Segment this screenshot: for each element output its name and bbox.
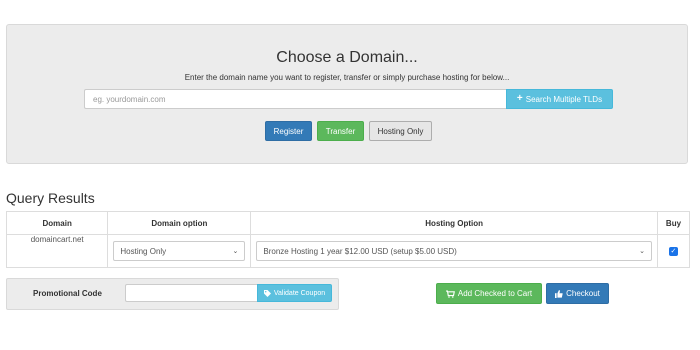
promo-code-label: Promotional Code [33,289,102,298]
thumbs-up-icon [555,289,563,298]
checkout-button[interactable]: Checkout [546,283,609,304]
domain-cell: domaincart.net [5,234,109,268]
domain-search-panel: Choose a Domain... Enter the domain name… [6,24,688,164]
validate-coupon-button[interactable]: Validate Coupon [257,284,332,302]
table-row: domaincart.net Hosting Only ⌄ Bronze Hos… [5,234,691,268]
query-results-title: Query Results [6,190,95,206]
domain-input[interactable] [84,89,507,109]
domain-panel-title: Choose a Domain... [276,49,418,66]
query-results-table: Domain Domain option Hosting Option Buy … [5,211,691,268]
buy-checkbox[interactable]: ✓ [668,246,678,256]
domain-option-cell: Hosting Only ⌄ [107,234,252,268]
hosting-option-select[interactable]: Bronze Hosting 1 year $12.00 USD (setup … [256,241,652,261]
domain-option-select[interactable]: Hosting Only ⌄ [113,241,246,261]
hosting-only-button[interactable]: Hosting Only [369,121,432,141]
column-header-buy: Buy [656,211,691,235]
transfer-button[interactable]: Transfer [317,121,364,141]
tag-icon [263,289,271,297]
cart-icon [445,289,455,298]
domain-option-value: Hosting Only [120,246,167,256]
chevron-down-icon: ⌄ [639,248,645,255]
checkout-label: Checkout [566,289,600,298]
add-to-cart-label: Add Checked to Cart [457,289,533,298]
search-multiple-tlds-button[interactable]: + Search Multiple TLDs [506,89,613,109]
hosting-option-value: Bronze Hosting 1 year $12.00 USD (setup … [263,246,457,256]
chevron-down-icon: ⌄ [232,248,239,255]
hosting-option-cell: Bronze Hosting 1 year $12.00 USD (setup … [250,234,658,268]
plus-icon: + [516,93,523,104]
promo-panel: Promotional Code Validate Coupon [6,278,339,310]
table-header-row: Domain Domain option Hosting Option Buy [5,211,691,235]
column-header-hosting-option: Hosting Option [250,211,658,235]
search-tlds-label: Search Multiple TLDs [525,94,603,104]
add-checked-to-cart-button[interactable]: Add Checked to Cart [436,283,542,304]
buy-cell: ✓ [656,234,691,268]
validate-coupon-label: Validate Coupon [273,289,326,297]
column-header-domain: Domain [5,211,109,235]
domain-panel-subtitle: Enter the domain name you want to regist… [184,73,510,82]
promo-code-input[interactable] [125,284,257,302]
column-header-domain-option: Domain option [107,211,252,235]
register-button[interactable]: Register [265,121,312,141]
